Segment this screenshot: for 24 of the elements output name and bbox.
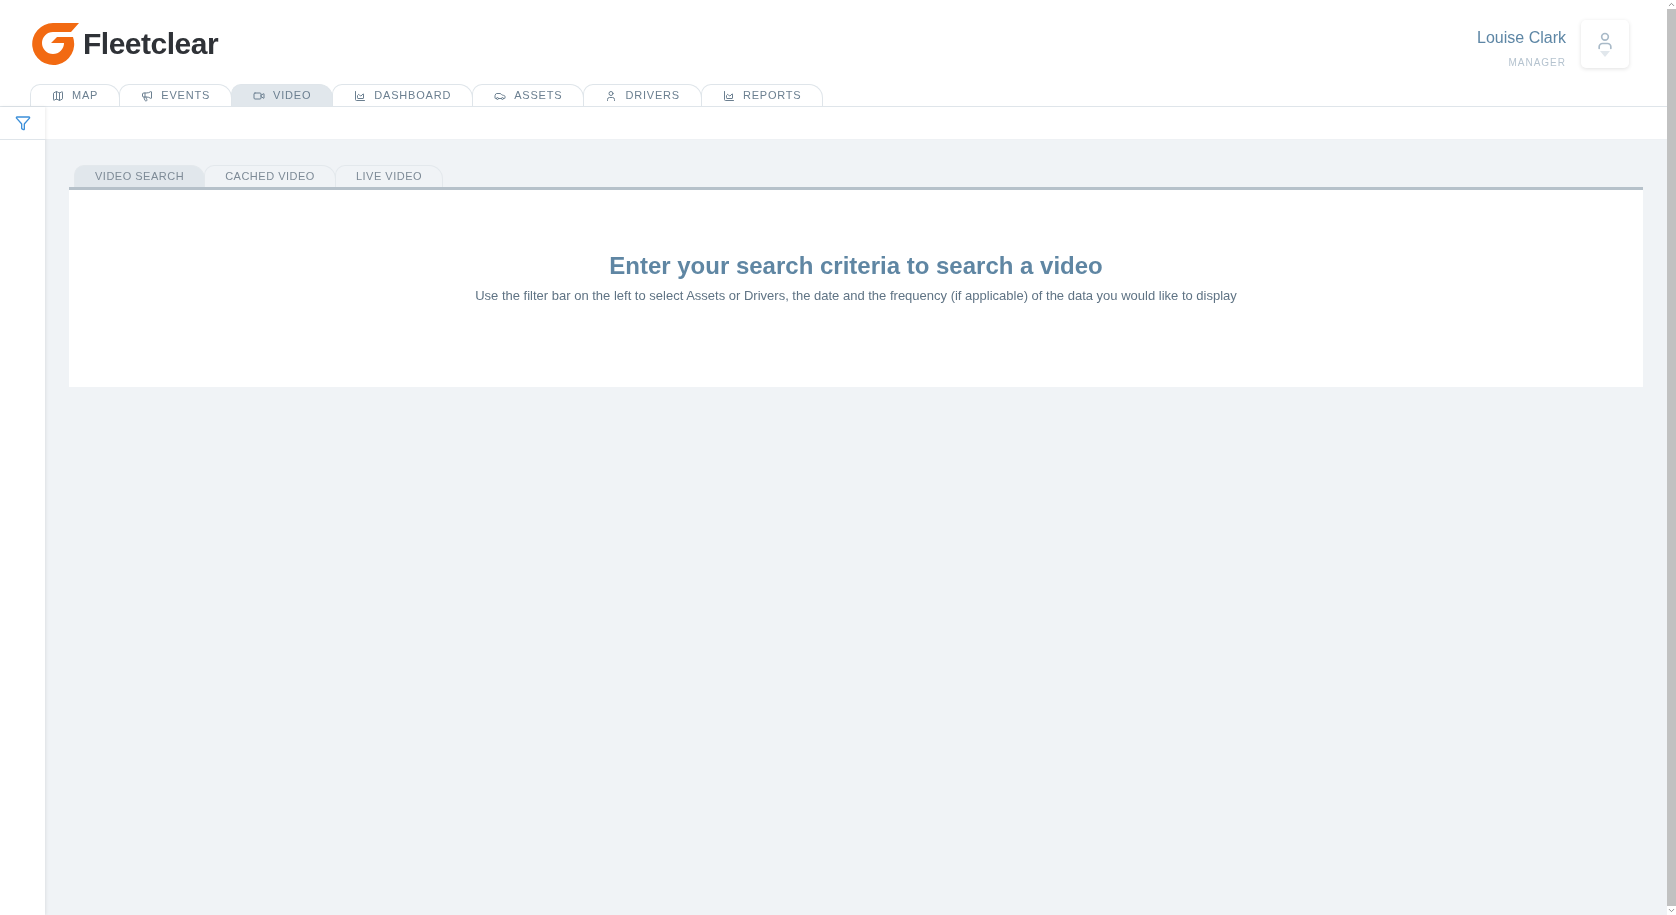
user-menu-button[interactable] (1581, 20, 1629, 68)
scroll-up-icon[interactable] (1667, 0, 1676, 9)
nav-tab[interactable]: MAP (30, 84, 121, 106)
map-icon (52, 89, 64, 102)
user-role: MANAGER (1508, 56, 1566, 70)
video-camera-icon (253, 89, 266, 102)
empty-state-title: Enter your search criteria to search a video (609, 251, 1103, 281)
logo-icon (29, 20, 79, 66)
scroll-down-icon[interactable] (1667, 906, 1676, 915)
user-name: Louise Clark (1477, 28, 1566, 48)
empty-state-text: Use the filter bar on the left to select Assets or Drivers, the date and the frequency (if applicable) of the data you would like to display (475, 287, 1237, 305)
nav-tab[interactable]: REPORTS (700, 84, 824, 106)
video-tab[interactable]: VIDEO SEARCH (74, 165, 206, 187)
scrollbar[interactable] (1667, 0, 1676, 915)
person-icon (1595, 31, 1615, 51)
megaphone-icon (141, 89, 154, 102)
video-tab[interactable]: LIVE VIDEO (334, 165, 444, 187)
person-icon (605, 89, 618, 102)
caret-icon (1600, 51, 1610, 57)
chart-icon (722, 89, 735, 102)
chart-icon (354, 89, 367, 102)
nav-tab[interactable]: VIDEO (231, 84, 334, 106)
brand-name: Fleetclear (83, 25, 219, 62)
filter-icon[interactable] (14, 115, 31, 131)
